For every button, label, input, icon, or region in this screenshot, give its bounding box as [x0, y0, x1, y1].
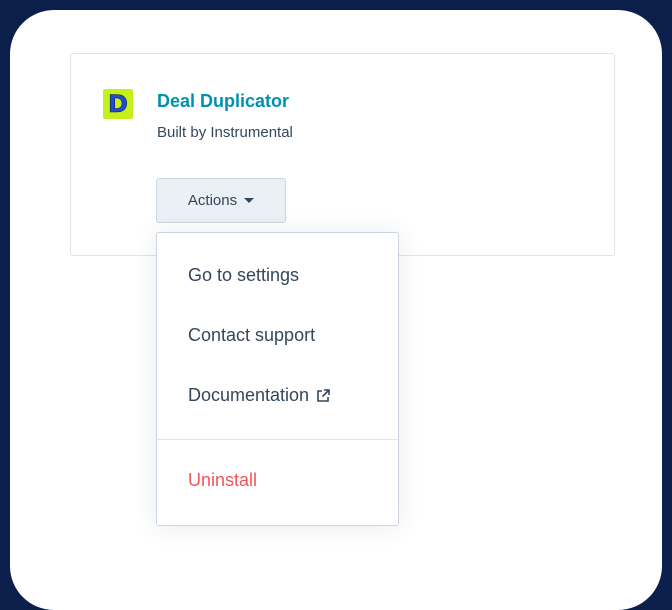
- menu-item-uninstall[interactable]: Uninstall: [188, 470, 257, 491]
- menu-item-go-to-settings[interactable]: Go to settings: [188, 265, 299, 286]
- actions-button-label: Actions: [187, 192, 238, 209]
- actions-dropdown-menu: Go to settings Contact support Documenta…: [156, 232, 399, 526]
- app-logo: D: [103, 89, 133, 119]
- menu-item-contact-support[interactable]: Contact support: [188, 325, 315, 346]
- app-built-by: Built by Instrumental: [157, 124, 293, 141]
- menu-item-label: Documentation: [188, 385, 310, 405]
- menu-item-documentation[interactable]: Documentation: [188, 385, 331, 406]
- caret-down-icon: [244, 198, 255, 203]
- app-name-link[interactable]: Deal Duplicator: [157, 91, 289, 112]
- actions-dropdown-button[interactable]: Actions: [156, 178, 286, 223]
- menu-item-label: Go to settings: [188, 265, 300, 285]
- menu-item-label: Uninstall: [188, 470, 258, 490]
- app-logo-letter: D: [108, 90, 129, 118]
- menu-divider: [157, 439, 398, 440]
- menu-item-label: Contact support: [188, 325, 316, 345]
- app-card: [70, 53, 615, 256]
- external-link-icon: [317, 388, 330, 402]
